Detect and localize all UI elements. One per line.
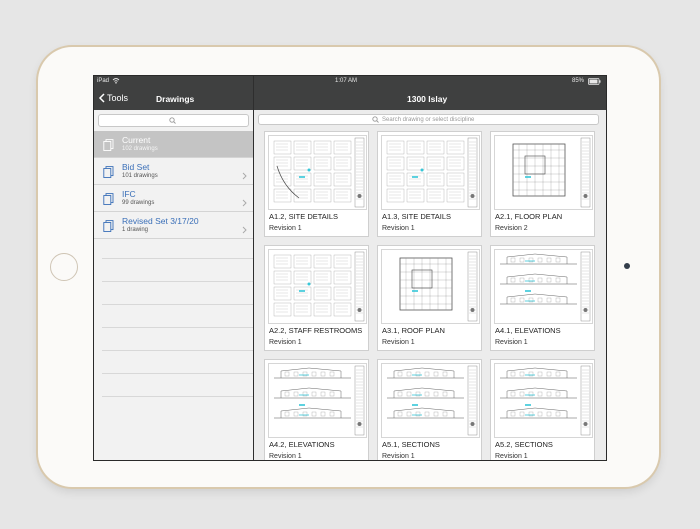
drawing-thumbnail [381,249,480,324]
drawing-name: A1.2, SITE DETAILS [269,212,339,221]
drawing-name: A4.2, ELEVATIONS [269,440,335,449]
drawing-search-input[interactable]: Search drawing or select discipline [258,114,599,125]
set-count: 102 drawings [122,146,158,152]
back-label: Tools [107,93,129,103]
drawing-name: A5.2, SECTIONS [495,440,553,449]
drawing-revision: Revision 2 [495,225,528,232]
drawing-revision: Revision 1 [382,225,415,232]
project-title: 1300 Islay [407,94,448,104]
sets-search-input[interactable] [98,114,249,127]
carrier-label: iPad [97,78,110,84]
drawing-revision: Revision 1 [382,453,415,460]
drawing-revision: Revision 1 [269,453,302,460]
sidebar-title: Drawings [156,94,195,104]
drawing-set-item[interactable]: IFC 99 drawings [94,185,253,212]
app-screen: iPad 1:07 AM 85% Tools Drawings 1300 Isl… [93,75,607,461]
document-stack-icon [103,192,114,210]
drawing-sets-sidebar: Current 102 drawings Bid Set 101 drawings IF… [94,110,253,460]
clock: 1:07 AM [335,78,358,84]
drawing-revision: Revision 1 [269,225,302,232]
drawing-card[interactable]: A5.1, SECTIONS Revision 1 [377,359,482,460]
drawing-name: A2.1, FLOOR PLAN [495,212,563,221]
drawing-thumbnail [268,363,367,438]
drawing-name: A2.2, STAFF RESTROOMS [269,326,363,335]
drawing-thumbnail [494,135,593,210]
document-stack-icon [103,165,114,183]
camera [624,263,630,269]
drawing-set-item[interactable]: Bid Set 101 drawings [94,158,253,185]
drawing-name: A3.1, ROOF PLAN [382,326,445,335]
drawing-card[interactable]: A1.2, SITE DETAILS Revision 1 [264,131,369,237]
drawing-card[interactable]: A4.1, ELEVATIONS Revision 1 [490,245,595,351]
main-navbar: 1300 Islay [254,88,606,110]
empty-row-divider [102,304,253,305]
empty-row-divider [102,396,253,397]
drawing-card[interactable]: A2.1, FLOOR PLAN Revision 2 [490,131,595,237]
drawing-thumbnail [494,363,593,438]
status-bar: iPad 1:07 AM 85% [94,76,606,88]
split-divider [253,76,254,460]
drawing-set-item[interactable]: Revised Set 3/17/20 1 drawing [94,212,253,239]
set-label: IFC [122,189,136,199]
chevron-left-icon [98,93,105,103]
chevron-right-icon [242,221,247,239]
drawing-thumbnail [381,135,480,210]
chevron-right-icon [242,167,247,185]
search-placeholder: Search drawing or select discipline [382,116,475,123]
drawing-revision: Revision 1 [269,339,302,346]
drawing-thumbnail [268,249,367,324]
set-count: 99 drawings [122,200,155,206]
set-label: Revised Set 3/17/20 [122,216,199,226]
drawing-revision: Revision 1 [382,339,415,346]
battery-icon [588,78,601,87]
drawing-card[interactable]: A1.3, SITE DETAILS Revision 1 [377,131,482,237]
drawing-thumbnail [268,135,367,210]
sidebar-navbar: Tools Drawings [94,88,253,110]
wifi-icon [112,77,120,86]
search-icon [168,117,176,124]
drawing-set-item[interactable]: Current 102 drawings [94,131,253,158]
empty-row-divider [102,327,253,328]
set-count: 1 drawing [122,227,149,233]
drawing-card[interactable]: A3.1, ROOF PLAN Revision 1 [377,245,482,351]
drawing-thumbnail [381,363,480,438]
empty-row-divider [102,373,253,374]
drawing-card[interactable]: A5.2, SECTIONS Revision 1 [490,359,595,460]
battery-percent: 85% [572,78,585,84]
back-button[interactable]: Tools [98,93,128,103]
drawing-name: A5.1, SECTIONS [382,440,440,449]
drawing-name: A4.1, ELEVATIONS [495,326,561,335]
set-count: 101 drawings [122,173,158,179]
drawing-card[interactable]: A2.2, STAFF RESTROOMS Revision 1 [264,245,369,351]
home-button[interactable] [50,253,78,281]
set-label: Current [122,135,151,145]
drawing-revision: Revision 1 [495,453,528,460]
drawing-name: A1.3, SITE DETAILS [382,212,452,221]
search-icon [372,116,379,123]
drawing-revision: Revision 1 [495,339,528,346]
empty-row-divider [102,281,253,282]
set-label: Bid Set [122,162,150,172]
document-stack-icon [103,219,114,237]
drawing-thumbnail [494,249,593,324]
document-stack-icon [103,138,114,156]
drawing-card[interactable]: A4.2, ELEVATIONS Revision 1 [264,359,369,460]
empty-row-divider [102,258,253,259]
drawings-main: Search drawing or select discipline A1.2… [254,110,606,460]
empty-row-divider [102,350,253,351]
chevron-right-icon [242,194,247,212]
